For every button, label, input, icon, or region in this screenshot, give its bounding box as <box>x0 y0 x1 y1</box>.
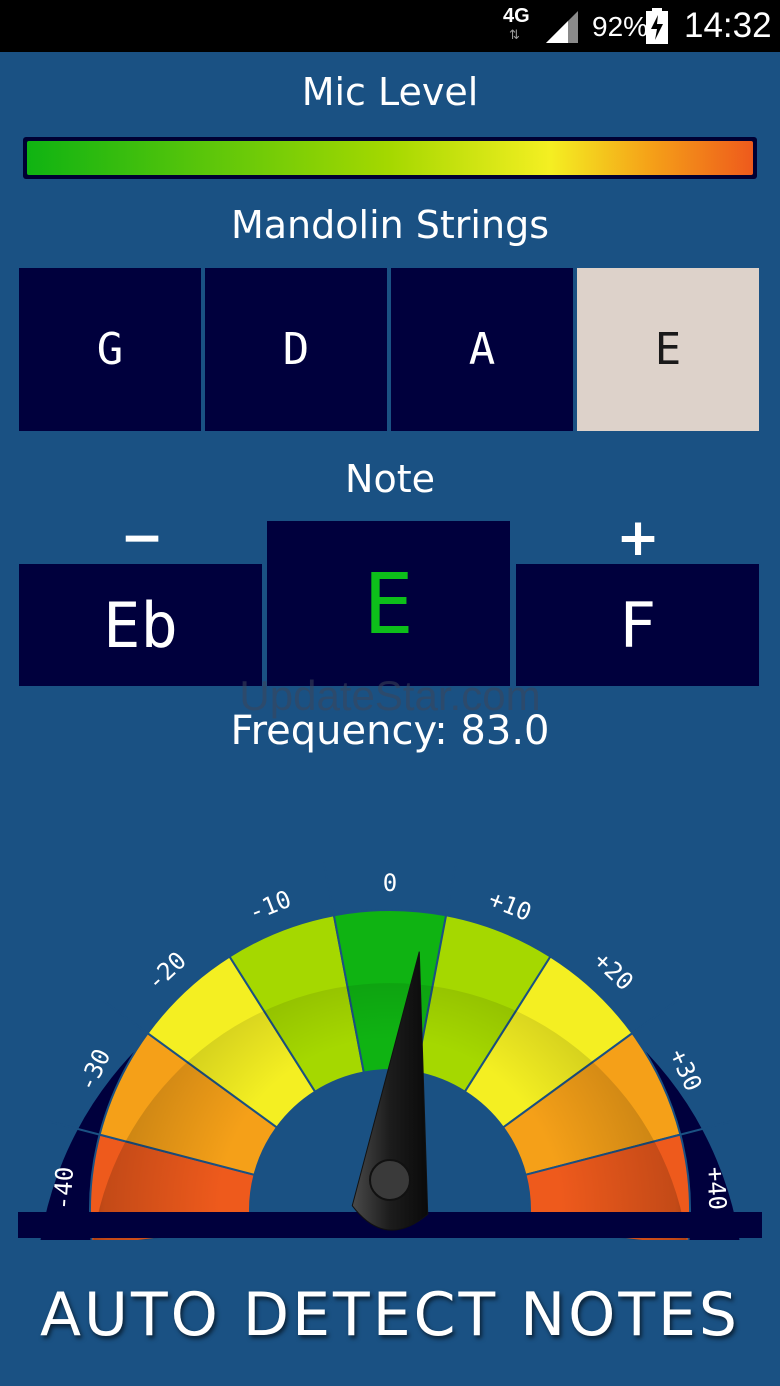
auto-detect-notes-button[interactable]: AUTO DETECT NOTES <box>0 1280 780 1370</box>
gauge-tick-label: +20 <box>588 946 639 996</box>
string-button-a[interactable]: A <box>391 268 573 431</box>
current-note: E <box>267 521 510 686</box>
frequency-readout: Frequency: 83.0 <box>230 708 550 754</box>
note-title: Note <box>345 457 435 501</box>
gauge-ring-divider <box>103 1000 149 1035</box>
tuning-gauge: -40-30-20-100+10+20+30+40 <box>18 862 762 1240</box>
gauge-tick-label: +10 <box>485 885 536 927</box>
gauge-tick-label: -10 <box>245 885 296 927</box>
current-note-label: E <box>363 554 414 653</box>
previous-note: Eb <box>19 564 262 686</box>
gauge-ring-divider <box>445 862 458 916</box>
string-button-d[interactable]: D <box>205 268 387 431</box>
mic-level-meter <box>23 137 757 179</box>
gauge-tick-label: -40 <box>48 1166 79 1211</box>
string-button-g[interactable]: G <box>19 268 201 431</box>
gauge-ring-divider <box>199 910 231 958</box>
sharp-sign: + <box>616 508 660 568</box>
data-activity-icon: ⇅ <box>509 27 520 42</box>
needle-hub <box>369 1159 411 1201</box>
flat-sign: − <box>120 508 164 568</box>
gauge-tick-label: -20 <box>141 946 192 996</box>
battery-percent: 92% <box>592 11 649 42</box>
string-button-e[interactable]: E <box>577 268 759 431</box>
gauge-tick-label: 0 <box>383 869 397 897</box>
battery-charging-icon <box>646 8 668 44</box>
gauge-ring-divider <box>631 1000 677 1035</box>
next-note: F <box>516 564 759 686</box>
gauge-tick-label: +40 <box>701 1166 732 1211</box>
network-type: 4G <box>503 5 530 27</box>
signal-icon <box>546 11 578 43</box>
next-note-label: F <box>618 588 657 662</box>
status-bar: 4G ⇅ 92% 14:32 <box>0 0 780 52</box>
strings-title: Mandolin Strings <box>230 203 549 247</box>
mic-level-fill <box>27 141 753 175</box>
gauge-ring-divider <box>322 862 335 916</box>
previous-note-label: Eb <box>103 588 178 662</box>
mic-level-title: Mic Level <box>301 70 479 114</box>
clock: 14:32 <box>684 6 772 45</box>
gauge-ring-divider <box>549 910 581 958</box>
